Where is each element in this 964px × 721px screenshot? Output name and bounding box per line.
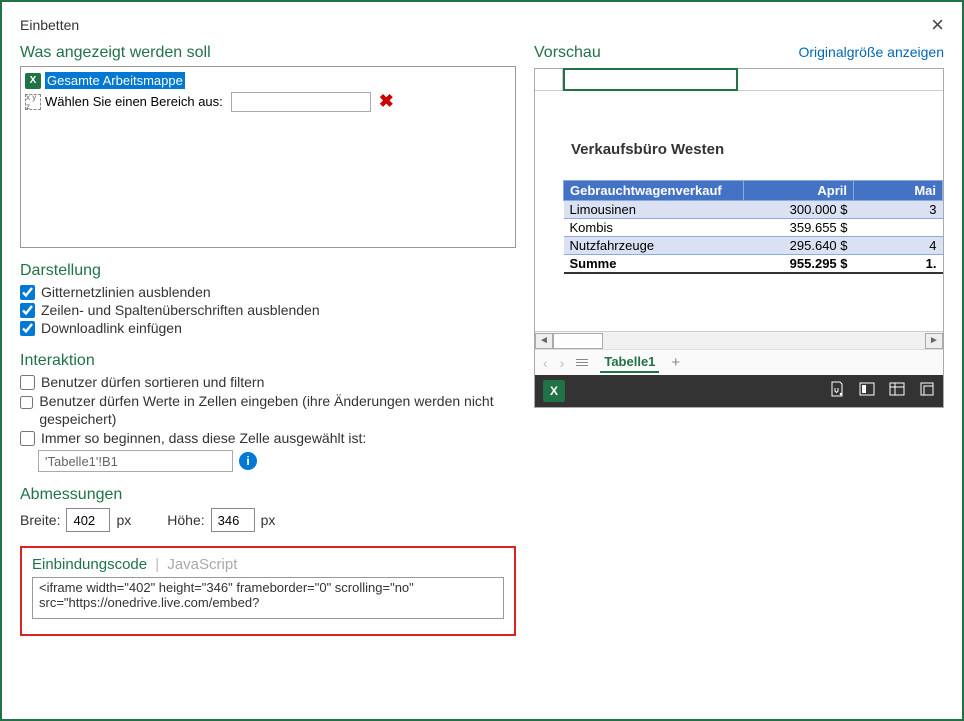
cell-mai: 1. [854, 255, 943, 274]
cell-label: Limousinen [564, 201, 744, 219]
table-row[interactable]: Limousinen300.000 $3 [564, 201, 943, 219]
always-cell-label: Immer so beginnen, dass diese Zelle ausg… [41, 430, 366, 446]
cell-label: Summe [564, 255, 744, 274]
sheet-body-title: Verkaufsbüro Westen [571, 141, 943, 158]
sheet-tab-bar: ‹ › Tabelle1 + [535, 349, 943, 375]
scroll-right-icon[interactable]: ► [925, 333, 943, 349]
fullscreen-icon[interactable] [919, 381, 935, 402]
download-link-row[interactable]: Downloadlink einfügen [20, 320, 516, 336]
sheet-col-headers [535, 69, 943, 91]
width-label: Breite: [20, 512, 60, 528]
what-to-show-heading: Was angezeigt werden soll [20, 44, 516, 62]
range-row: x y z Wählen Sie einen Bereich aus: ✖ [25, 90, 509, 113]
status-bar: X [535, 375, 943, 407]
delete-range-icon[interactable]: ✖ [379, 91, 394, 112]
what-to-show-box: X Gesamte Arbeitsmappe x y z Wählen Sie … [20, 66, 516, 248]
cell-ref-input[interactable] [38, 450, 233, 472]
allow-sort-row[interactable]: Benutzer dürfen sortieren und filtern [20, 374, 516, 390]
horizontal-scrollbar[interactable]: ◄ ► [535, 331, 943, 349]
active-column-header[interactable] [563, 68, 738, 91]
view-icon[interactable] [889, 381, 905, 402]
download-icon[interactable] [829, 381, 845, 402]
hide-headers-row[interactable]: Zeilen- und Spaltenüberschriften ausblen… [20, 302, 516, 318]
range-label: Wählen Sie einen Bereich aus: [45, 94, 223, 109]
width-unit: px [116, 512, 131, 528]
dimensions-heading: Abmessungen [20, 486, 516, 504]
cell-label: Kombis [564, 219, 744, 237]
scroll-left-icon[interactable]: ◄ [535, 333, 553, 349]
hide-headers-checkbox[interactable] [20, 303, 35, 318]
cell-mai: 4 [854, 237, 943, 255]
allow-type-label: Benutzer dürfen Werte in Zellen eingeben… [39, 392, 516, 428]
info-panel-icon[interactable] [859, 381, 875, 402]
th-col1: Gebrauchtwagenverkauf [564, 181, 744, 201]
appearance-heading: Darstellung [20, 262, 516, 280]
preview-heading: Vorschau [534, 44, 601, 62]
always-cell-checkbox[interactable] [20, 431, 35, 446]
cell-april: 359.655 $ [744, 219, 854, 237]
sheet-body[interactable]: Verkaufsbüro Westen Gebrauchtwagenverkau… [535, 91, 943, 331]
th-col3: Mai [854, 181, 943, 201]
range-input[interactable] [231, 92, 371, 112]
excel-badge-icon[interactable]: X [543, 380, 565, 402]
table-row[interactable]: Summe955.295 $1. [564, 255, 943, 274]
hide-gridlines-row[interactable]: Gitternetzlinien ausblenden [20, 284, 516, 300]
embed-code-box: Einbindungscode | JavaScript [20, 546, 516, 636]
data-table: Gebrauchtwagenverkauf April Mai Limousin… [563, 180, 943, 274]
cell-april: 300.000 $ [744, 201, 854, 219]
range-icon: x y z [25, 94, 41, 110]
download-link-checkbox[interactable] [20, 321, 35, 336]
cell-mai [854, 219, 943, 237]
cell-ref-row: i [38, 450, 516, 472]
add-sheet-icon[interactable]: + [671, 354, 680, 371]
sheet-corner[interactable] [535, 69, 563, 90]
left-column: Was angezeigt werden soll X Gesamte Arbe… [20, 44, 516, 636]
allow-type-row[interactable]: Benutzer dürfen Werte in Zellen eingeben… [20, 392, 516, 428]
dimensions-row: Breite: px Höhe: px [20, 508, 516, 532]
cell-april: 295.640 $ [744, 237, 854, 255]
allow-type-checkbox[interactable] [20, 395, 33, 410]
original-size-link[interactable]: Originalgröße anzeigen [798, 44, 944, 60]
scroll-track[interactable] [553, 333, 925, 349]
embed-tabs: Einbindungscode | JavaScript [32, 556, 504, 573]
excel-icon: X [25, 73, 41, 89]
workbook-label: Gesamte Arbeitsmappe [45, 72, 185, 89]
interaction-heading: Interaktion [20, 352, 516, 370]
embed-dialog: Einbetten × Was angezeigt werden soll X … [0, 0, 964, 721]
info-icon[interactable]: i [239, 452, 257, 470]
allow-sort-checkbox[interactable] [20, 375, 35, 390]
cell-label: Nutzfahrzeuge [564, 237, 744, 255]
tab-list-icon[interactable] [576, 359, 588, 366]
always-cell-row[interactable]: Immer so beginnen, dass diese Zelle ausg… [20, 430, 516, 446]
hide-gridlines-checkbox[interactable] [20, 285, 35, 300]
cell-april: 955.295 $ [744, 255, 854, 274]
th-col2: April [744, 181, 854, 201]
width-input[interactable] [66, 508, 110, 532]
workbook-row[interactable]: X Gesamte Arbeitsmappe [25, 71, 509, 90]
table-row[interactable]: Kombis359.655 $ [564, 219, 943, 237]
embed-code-textarea[interactable] [32, 577, 504, 619]
hide-headers-label: Zeilen- und Spaltenüberschriften ausblen… [41, 302, 320, 318]
right-column: Vorschau Originalgröße anzeigen Verkaufs… [534, 44, 944, 636]
tab-embed-code[interactable]: Einbindungscode [32, 556, 147, 573]
table-row[interactable]: Nutzfahrzeuge295.640 $4 [564, 237, 943, 255]
table-header-row: Gebrauchtwagenverkauf April Mai [564, 181, 943, 201]
cell-mai: 3 [854, 201, 943, 219]
tab-prev-icon[interactable]: ‹ [543, 355, 548, 371]
height-unit: px [261, 512, 276, 528]
sheet-tab[interactable]: Tabelle1 [600, 352, 659, 373]
hide-gridlines-label: Gitternetzlinien ausblenden [41, 284, 211, 300]
allow-sort-label: Benutzer dürfen sortieren und filtern [41, 374, 264, 390]
preview-frame: Verkaufsbüro Westen Gebrauchtwagenverkau… [534, 68, 944, 408]
close-icon[interactable]: × [931, 14, 944, 36]
tab-javascript[interactable]: JavaScript [167, 556, 237, 573]
download-link-label: Downloadlink einfügen [41, 320, 182, 336]
height-label: Höhe: [167, 512, 204, 528]
height-input[interactable] [211, 508, 255, 532]
scroll-thumb[interactable] [553, 333, 603, 349]
dialog-header: Einbetten × [20, 14, 944, 36]
tab-next-icon[interactable]: › [560, 355, 565, 371]
dialog-title: Einbetten [20, 17, 79, 33]
